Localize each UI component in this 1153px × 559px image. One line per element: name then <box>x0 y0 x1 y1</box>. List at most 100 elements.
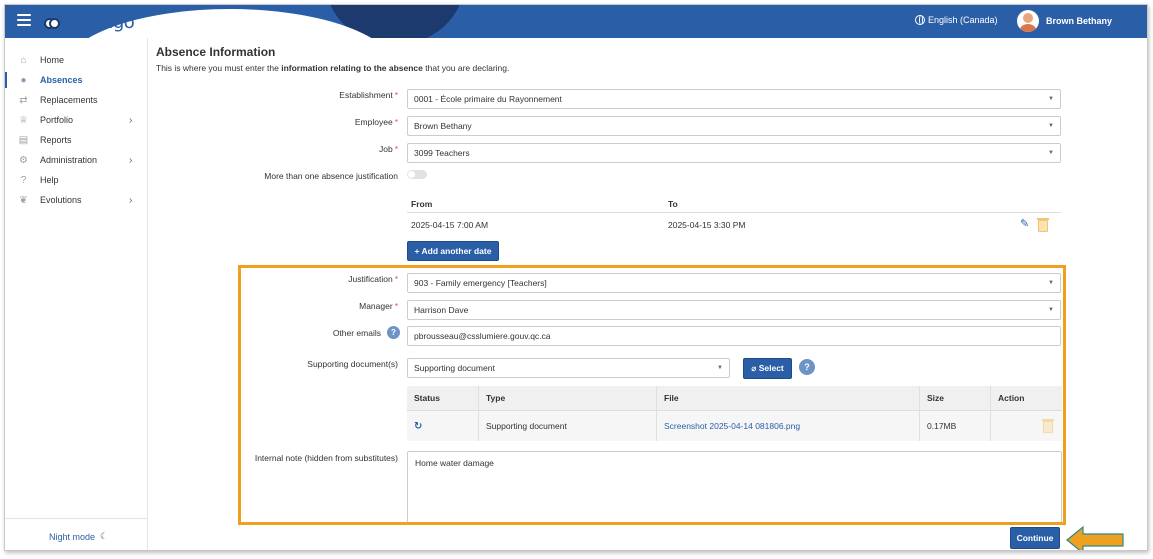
main-content: Absence Information This is where you mu… <box>148 38 1147 550</box>
subtitle-text: This is where you must enter the <box>156 63 282 73</box>
trash-icon[interactable] <box>1037 218 1049 232</box>
select-value: Brown Bethany <box>414 121 472 131</box>
help-icon[interactable]: ? <box>799 359 815 375</box>
sidebar: ⌂ Home ● Absences ⇄ Replacements ♕ Portf… <box>5 38 148 550</box>
page-title: Absence Information <box>156 45 276 59</box>
caret-down-icon: ▼ <box>717 365 723 371</box>
pointer-arrow-icon <box>1066 525 1124 550</box>
label-text: Justification <box>348 274 393 284</box>
sprout-icon: ❦ <box>19 194 28 206</box>
dates-table-header: From To <box>407 193 1061 213</box>
sidebar-item-label: Home <box>40 55 65 65</box>
plus-icon: + <box>414 246 422 256</box>
help-icon[interactable]: ? <box>387 326 400 339</box>
multi-justification-toggle[interactable] <box>407 170 427 179</box>
required-marker: * <box>394 117 398 127</box>
select-file-button[interactable]: ⌀ Select <box>743 358 792 379</box>
owl-logo-icon <box>41 11 63 33</box>
night-mode-toggle[interactable]: Night mode ☾ <box>49 531 108 542</box>
paperclip-icon: ⌀ <box>751 363 759 373</box>
question-icon: ? <box>20 174 27 186</box>
caret-down-icon: ▼ <box>1048 150 1054 156</box>
table-row: 2025-04-15 7:00 AM 2025-04-15 3:30 PM ✎ <box>407 214 1061 236</box>
sidebar-item-label: Evolutions <box>40 195 82 205</box>
label-text: Job <box>378 144 393 154</box>
employee-label: Employee * <box>153 117 398 127</box>
justification-select[interactable]: 903 - Family emergency [Teachers] ▼ <box>407 273 1061 293</box>
column-header: Action <box>998 393 1025 403</box>
select-value: 3099 Teachers <box>414 148 470 158</box>
date-from: 2025-04-15 7:00 AM <box>411 220 489 230</box>
app-window: Scolago English (Canada) Brown Bethany ⌂… <box>4 4 1148 551</box>
column-header: File <box>657 386 920 410</box>
globe-icon <box>915 15 925 25</box>
caret-down-icon: ▼ <box>1048 96 1054 102</box>
sidebar-item-label: Replacements <box>40 95 98 105</box>
pencil-icon[interactable]: ✎ <box>1020 219 1031 230</box>
establishment-select[interactable]: 0001 - École primaire du Rayonnement ▼ <box>407 89 1061 109</box>
sidebar-item-portfolio[interactable]: ♕ Portfolio › <box>5 111 148 129</box>
subtitle-text-end: that you are declaring. <box>422 63 510 73</box>
sidebar-item-label: Help <box>40 175 59 185</box>
add-another-date-button[interactable]: + Add another date <box>407 241 499 261</box>
night-mode-label: Night mode <box>49 531 96 542</box>
continue-button[interactable]: Continue <box>1010 527 1060 549</box>
trophy-icon: ♕ <box>19 114 28 126</box>
sidebar-item-help[interactable]: ? Help <box>5 171 148 189</box>
select-value: 0001 - École primaire du Rayonnement <box>414 94 562 104</box>
trash-icon[interactable] <box>1042 419 1054 433</box>
caret-down-icon: ▼ <box>1048 123 1054 129</box>
justification-label: Justification * <box>153 274 398 284</box>
caret-down-icon: ▼ <box>1048 280 1054 286</box>
page-subtitle: This is where you must enter the informa… <box>156 63 509 73</box>
column-header: Type <box>479 386 657 410</box>
establishment-label: Establishment * <box>153 90 398 100</box>
status-cell: ↻ <box>407 411 479 441</box>
manager-label: Manager * <box>153 301 398 311</box>
job-label: Job * <box>153 144 398 154</box>
sidebar-item-label: Absences <box>40 75 83 85</box>
multi-justification-label: More than one absence justification <box>264 171 398 181</box>
sidebar-item-label: Reports <box>40 135 72 145</box>
documents-table: Status Type File Size Action ↻ Supportin… <box>407 386 1062 444</box>
button-label: Add another date <box>421 246 492 256</box>
size-cell: 0.17MB <box>920 411 991 441</box>
column-header: Status <box>407 386 479 410</box>
file-cell: Screenshot 2025-04-14 081806.png <box>657 411 920 441</box>
sidebar-item-replacements[interactable]: ⇄ Replacements <box>5 91 148 109</box>
sidebar-item-home[interactable]: ⌂ Home <box>5 51 148 69</box>
sidebar-item-label: Portfolio <box>40 115 74 125</box>
other-emails-input[interactable]: pbrousseau@csslumiere.gouv.qc.ca <box>407 326 1061 346</box>
select-value: 903 - Family emergency [Teachers] <box>414 278 547 288</box>
logo[interactable]: Scolago <box>41 9 135 35</box>
button-label: Continue <box>1016 533 1054 543</box>
required-marker: * <box>394 301 398 311</box>
sidebar-item-reports[interactable]: ▤ Reports <box>5 131 148 149</box>
supporting-docs-label: Supporting document(s) <box>307 359 398 369</box>
logo-text: Scolago <box>67 11 135 33</box>
document-icon: ▤ <box>18 134 29 146</box>
action-cell <box>991 411 1062 441</box>
user-menu[interactable]: Brown Bethany <box>1017 10 1112 32</box>
sidebar-item-administration[interactable]: ⚙ Administration › <box>5 151 148 169</box>
date-to: 2025-04-15 3:30 PM <box>668 220 746 230</box>
user-name: Brown Bethany <box>1046 16 1113 26</box>
table-row: ↻ Supporting document Screenshot 2025-04… <box>407 411 1062 441</box>
file-link[interactable]: Screenshot 2025-04-14 081806.png <box>664 421 800 431</box>
manager-select[interactable]: Harrison Dave ▼ <box>407 300 1061 320</box>
sidebar-item-absences[interactable]: ● Absences <box>5 71 148 89</box>
sidebar-item-evolutions[interactable]: ❦ Evolutions › <box>5 191 148 209</box>
type-cell: Supporting document <box>479 411 657 441</box>
supporting-docs-select[interactable]: Supporting document ▼ <box>407 358 730 378</box>
internal-note-label: Internal note (hidden from substitutes) <box>254 453 398 463</box>
hamburger-menu-icon[interactable] <box>17 14 31 26</box>
label-text: Employee <box>354 117 393 127</box>
avatar <box>1017 10 1039 32</box>
internal-note-textarea[interactable]: Home water damage <box>407 451 1062 523</box>
refresh-icon: ↻ <box>414 420 423 432</box>
job-select[interactable]: 3099 Teachers ▼ <box>407 143 1061 163</box>
select-value: Supporting document <box>414 363 495 373</box>
user-clock-icon: ● <box>20 74 27 86</box>
language-selector[interactable]: English (Canada) <box>915 15 998 25</box>
employee-select[interactable]: Brown Bethany ▼ <box>407 116 1061 136</box>
